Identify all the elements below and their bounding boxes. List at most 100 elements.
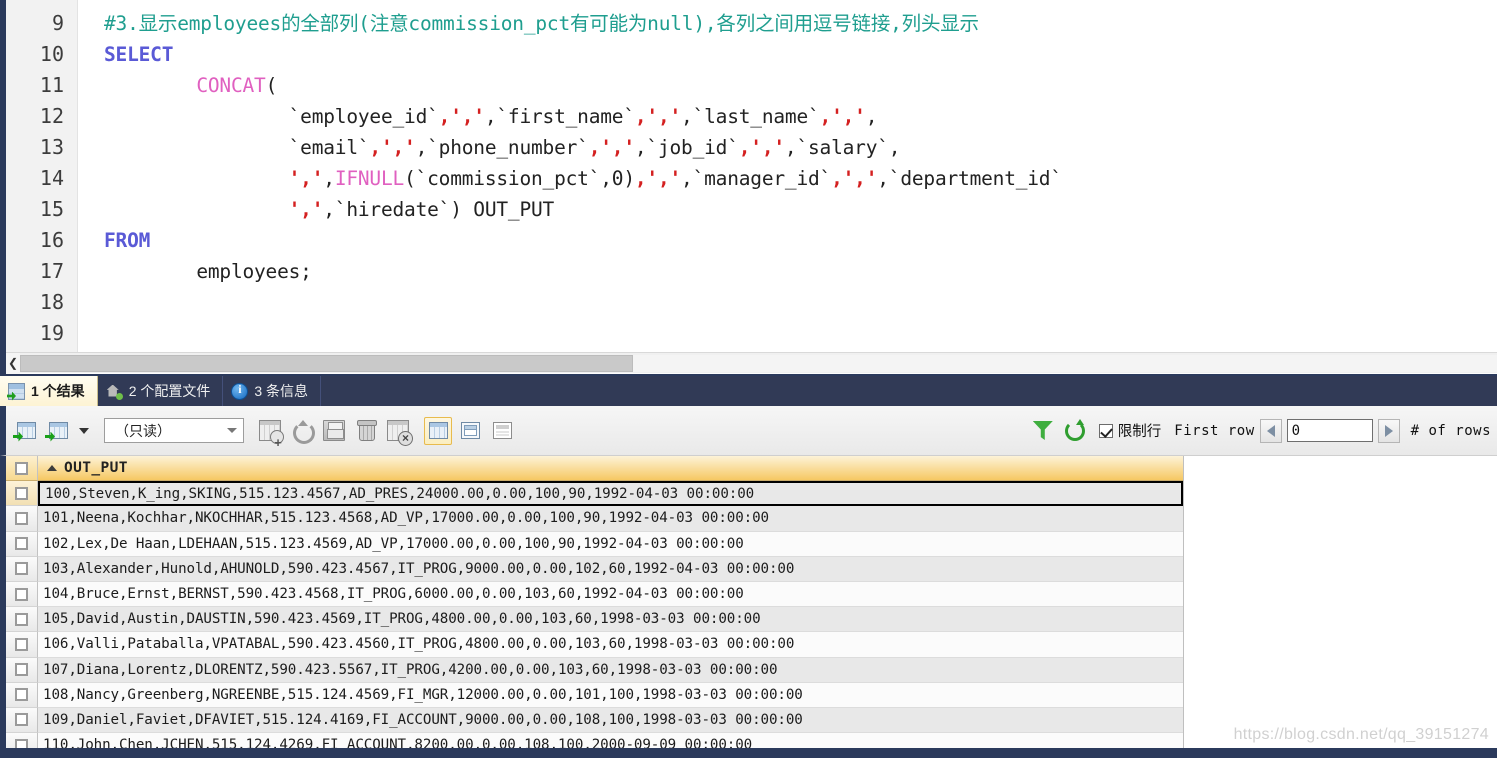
- tab-results[interactable]: 1 个结果: [0, 376, 98, 406]
- row-checkbox[interactable]: [15, 688, 28, 702]
- cell-out-put[interactable]: 102,Lex,De Haan,LDEHAAN,515.123.4569,AD_…: [38, 531, 1183, 557]
- cell-out-put[interactable]: 101,Neena,Kochhar,NKOCHHAR,515.123.4568,…: [38, 506, 1183, 532]
- code-line[interactable]: ',',IFNULL(`commission_pct`,0),',',`mana…: [104, 163, 1497, 194]
- row-checkbox[interactable]: [15, 537, 28, 551]
- code-line[interactable]: [104, 318, 1497, 349]
- result-tab-bar[interactable]: 1 个结果 2 个配置文件 3 条信息: [0, 374, 1497, 406]
- table-row[interactable]: 101,Neena,Kochhar,NKOCHHAR,515.123.4568,…: [6, 506, 1183, 532]
- code-token-quote: ,',': [588, 136, 635, 159]
- header-select-all-cell[interactable]: [6, 456, 38, 482]
- save-icon[interactable]: [320, 417, 348, 445]
- code-token-quote: ,',': [369, 136, 416, 159]
- code-line[interactable]: `email`,',',`phone_number`,',',`job_id`,…: [104, 132, 1497, 163]
- row-checkbox[interactable]: [15, 562, 28, 576]
- code-line[interactable]: employees;: [104, 256, 1497, 287]
- code-partial-line: [104, 0, 1497, 8]
- refresh-icon[interactable]: [1061, 417, 1089, 445]
- cell-out-put[interactable]: 105,David,Austin,DAUSTIN,590.423.4569,IT…: [38, 607, 1183, 633]
- scrollbar-thumb[interactable]: [20, 354, 633, 372]
- apply-changes-icon[interactable]: [12, 417, 40, 445]
- row-select-cell[interactable]: [6, 607, 38, 633]
- row-select-cell[interactable]: [6, 556, 38, 582]
- row-select-cell[interactable]: [6, 707, 38, 734]
- table-row[interactable]: 109,Daniel,Faviet,DFAVIET,515.124.4169,F…: [6, 707, 1183, 734]
- table-row[interactable]: 104,Bruce,Ernst,BERNST,590.423.4568,IT_P…: [6, 581, 1183, 608]
- code-token-quote: ,',': [634, 167, 682, 190]
- editor-horizontal-scrollbar[interactable]: ❮: [6, 352, 1497, 374]
- row-checkbox[interactable]: [15, 486, 28, 500]
- cell-out-put[interactable]: 100,Steven,K_ing,SKING,515.123.4567,AD_P…: [38, 481, 1183, 507]
- filter-funnel-icon[interactable]: [1029, 417, 1057, 445]
- code-line[interactable]: [104, 287, 1497, 318]
- code-line[interactable]: FROM: [104, 225, 1497, 256]
- row-select-cell[interactable]: [6, 531, 38, 557]
- cell-out-put[interactable]: 108,Nancy,Greenberg,NGREENBE,515.124.456…: [38, 682, 1183, 708]
- table-row[interactable]: 106,Valli,Pataballa,VPATABAL,590.423.456…: [6, 632, 1183, 658]
- column-header-out-put[interactable]: OUT_PUT: [38, 456, 1183, 482]
- row-checkbox[interactable]: [15, 612, 28, 626]
- code-text-area[interactable]: #3.显示employees的全部列(注意commission_pct有可能为n…: [78, 0, 1497, 352]
- code-token-func: IFNULL: [334, 167, 405, 190]
- row-select-cell[interactable]: [6, 682, 38, 708]
- row-checkbox[interactable]: [15, 511, 28, 525]
- info-icon: [231, 382, 249, 400]
- table-row[interactable]: 102,Lex,De Haan,LDEHAAN,515.123.4569,AD_…: [6, 531, 1183, 557]
- code-token-quote: ,',': [831, 167, 878, 190]
- code-token-comment: #3.显示employees的全部列(注意commission_pct有可能为n…: [104, 12, 979, 35]
- table-row[interactable]: 105,David,Austin,DAUSTIN,590.423.4569,IT…: [6, 607, 1183, 633]
- table-row[interactable]: 100,Steven,K_ing,SKING,515.123.4567,AD_P…: [6, 481, 1183, 507]
- cell-out-put[interactable]: 104,Bruce,Ernst,BERNST,590.423.4568,IT_P…: [38, 581, 1183, 608]
- table-row[interactable]: 107,Diana,Lorentz,DLORENTZ,590.423.5567,…: [6, 657, 1183, 683]
- sort-ascending-icon: [47, 465, 57, 472]
- code-line[interactable]: ',',`hiredate`) OUT_PUT: [104, 194, 1497, 225]
- scrollbar-track[interactable]: [20, 354, 1497, 372]
- row-checkbox[interactable]: [15, 637, 28, 651]
- discard-icon[interactable]: [384, 417, 413, 446]
- export-dropdown-caret[interactable]: [76, 417, 92, 445]
- cell-out-put[interactable]: 107,Diana,Lorentz,DLORENTZ,590.423.5567,…: [38, 657, 1183, 683]
- grid-view-icon[interactable]: [424, 416, 452, 445]
- result-toolbar[interactable]: （只读） 限制行 First row # of rows: [0, 406, 1497, 456]
- form-view-icon[interactable]: [456, 417, 484, 445]
- row-select-cell[interactable]: [6, 632, 38, 658]
- tab-profiles-label: 2 个配置文件: [128, 383, 211, 399]
- scroll-left-icon[interactable]: ❮: [6, 352, 20, 374]
- field-view-icon[interactable]: [488, 417, 516, 445]
- table-row[interactable]: 103,Alexander,Hunold,AHUNOLD,590.423.456…: [6, 556, 1183, 582]
- revert-icon[interactable]: [288, 417, 316, 445]
- row-select-cell[interactable]: [6, 581, 38, 608]
- row-checkbox[interactable]: [15, 587, 28, 601]
- code-line[interactable]: #3.显示employees的全部列(注意commission_pct有可能为n…: [104, 8, 1497, 39]
- code-line[interactable]: SELECT: [104, 39, 1497, 70]
- next-page-button[interactable]: [1377, 418, 1400, 443]
- limit-rows-checkbox[interactable]: [1098, 423, 1113, 438]
- cell-out-put[interactable]: 106,Valli,Pataballa,VPATABAL,590.423.456…: [38, 632, 1183, 658]
- table-row[interactable]: 108,Nancy,Greenberg,NGREENBE,515.124.456…: [6, 682, 1183, 708]
- code-token-plain: ,: [865, 105, 878, 128]
- code-line[interactable]: CONCAT(: [104, 70, 1497, 101]
- delete-row-icon[interactable]: [352, 417, 380, 445]
- cell-out-put[interactable]: 103,Alexander,Hunold,AHUNOLD,590.423.456…: [38, 556, 1183, 582]
- code-token-plain: ,`manager_id`: [681, 167, 832, 190]
- code-line[interactable]: `employee_id`,',',`first_name`,',',`last…: [104, 101, 1497, 132]
- row-select-cell[interactable]: [6, 481, 38, 507]
- result-grid[interactable]: OUT_PUT 100,Steven,K_ing,SKING,515.123.4…: [0, 456, 1497, 758]
- row-select-cell[interactable]: [6, 657, 38, 683]
- code-token-quote: ,',': [819, 105, 866, 128]
- select-all-checkbox[interactable]: [15, 461, 28, 475]
- export-import-icon[interactable]: [44, 417, 72, 445]
- first-row-input[interactable]: [1286, 419, 1373, 442]
- edit-mode-select[interactable]: （只读）: [104, 418, 244, 443]
- row-select-cell[interactable]: [6, 506, 38, 532]
- row-checkbox[interactable]: [15, 663, 28, 677]
- prev-page-button[interactable]: [1259, 418, 1282, 443]
- code-token-plain: `email`: [104, 136, 370, 159]
- tab-profiles[interactable]: 2 个配置文件: [98, 376, 224, 406]
- tab-messages[interactable]: 3 条信息: [223, 376, 322, 406]
- sql-editor[interactable]: 9 10 11 12 13 14 15 16 17 18 19 #3.显示employees的全部列…: [0, 0, 1497, 352]
- line-number: 11: [39, 73, 64, 97]
- row-checkbox[interactable]: [15, 713, 28, 727]
- cell-out-put[interactable]: 109,Daniel,Faviet,DFAVIET,515.124.4169,F…: [38, 707, 1183, 734]
- grid-header-row: OUT_PUT: [6, 456, 1183, 482]
- insert-row-icon[interactable]: [256, 417, 284, 448]
